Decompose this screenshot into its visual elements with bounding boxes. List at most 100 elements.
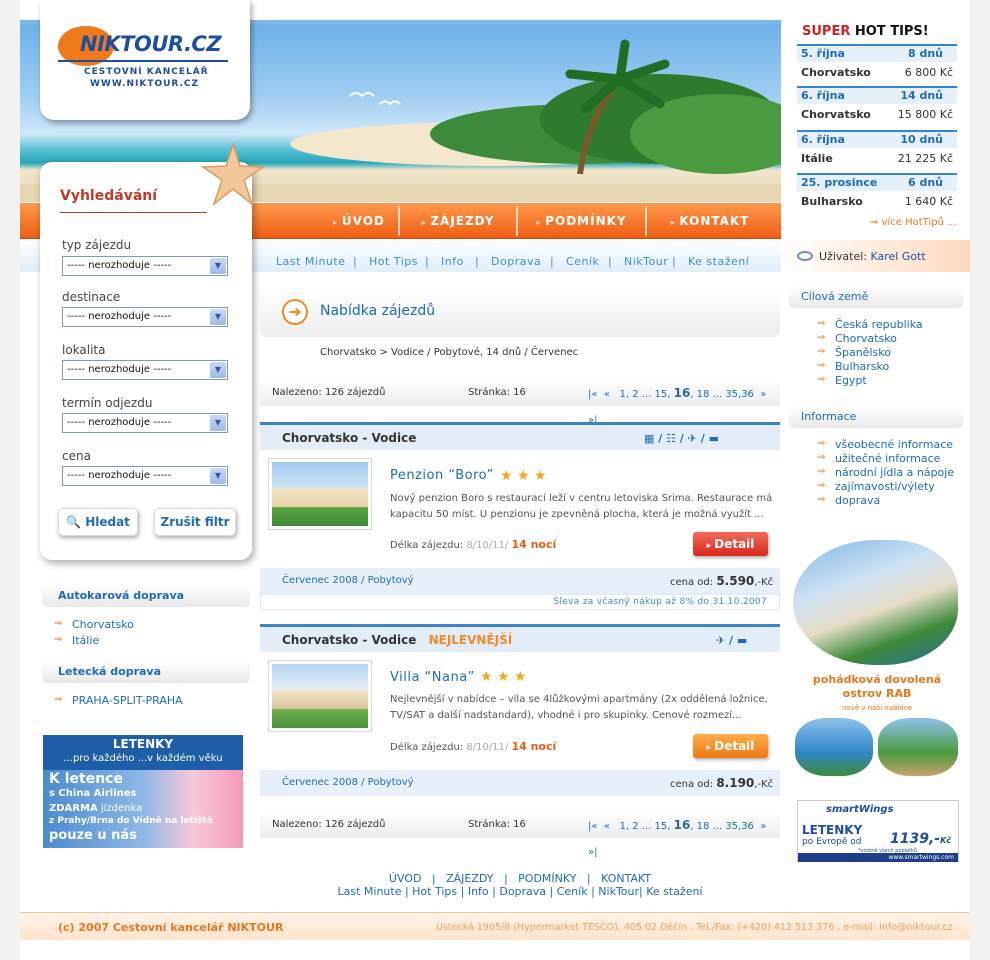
- footer-links-secondary[interactable]: Last Minute | Hot Tips | Info | Doprava …: [260, 885, 780, 898]
- hot-tips-title-b: HOT TIPS!: [854, 24, 929, 39]
- arrow-icon: ▸: [421, 218, 431, 227]
- offer-price: cena od: 8.190,-Kč: [670, 770, 773, 798]
- hot-tip-date-row[interactable]: 6. října 10 dnů: [797, 130, 957, 148]
- subnav-niktour[interactable]: NikTour: [624, 255, 668, 268]
- search-button-label: Hledat: [85, 515, 130, 529]
- banner-title: LETENKY: [112, 737, 174, 751]
- select-destination[interactable]: ----- nerozhoduje ----- ▼: [62, 307, 228, 327]
- subnav-last-minute[interactable]: Last Minute: [276, 255, 345, 268]
- pager-pages-after[interactable]: , 18 ... 35,36: [690, 821, 754, 832]
- first-page-icon[interactable]: |«: [588, 389, 598, 400]
- hot-tip-dest-row[interactable]: Chorvatsko 15 800 Kč: [797, 104, 957, 126]
- left-link-chorvatsko[interactable]: Chorvatsko: [54, 618, 134, 631]
- info-link-trips[interactable]: zajímavosti/výlety: [817, 480, 935, 493]
- hot-tip-date-row[interactable]: 5. října 8 dnů: [797, 44, 957, 62]
- subnav-hot-tips[interactable]: Hot Tips: [369, 255, 418, 268]
- nav-item-uvod[interactable]: ▸ ÚVOD: [320, 203, 398, 239]
- info-heading: Informace: [789, 406, 963, 428]
- country-link-cz[interactable]: Česká republika: [817, 318, 923, 331]
- price-label: cena od:: [670, 577, 714, 588]
- prev-page-icon[interactable]: «: [604, 389, 610, 400]
- price-value: 5.590: [716, 574, 755, 588]
- left-link-praha-split[interactable]: PRAHA-SPLIT-PRAHA: [54, 694, 183, 707]
- hot-tip-dest-row[interactable]: Itálie 21 225 Kč: [797, 148, 957, 170]
- bus-icon: ▦: [644, 432, 655, 445]
- smartwings-brand: smartWings: [826, 804, 894, 815]
- smartwings-banner[interactable]: smartWings LETENKY po Evropě od 1139,-Kč…: [797, 800, 959, 862]
- pager-pages-after[interactable]: , 18 ... 35,36: [690, 389, 754, 400]
- select-price[interactable]: ----- nerozhoduje ----- ▼: [62, 466, 228, 486]
- hot-tip-date-row[interactable]: 25. prosince 6 dnů: [797, 173, 957, 191]
- hotel-boro-image: [272, 462, 368, 526]
- hot-tip-days: 6 dnů: [907, 176, 943, 189]
- detail-button[interactable]: ▸ Detail: [693, 734, 768, 758]
- reset-filter-button[interactable]: Zrušit filtr: [154, 508, 236, 536]
- subnav-info[interactable]: Info: [441, 255, 464, 268]
- detail-button[interactable]: ▸ Detail: [693, 532, 768, 556]
- country-link-hr[interactable]: Chorvatsko: [817, 332, 897, 345]
- logo-url: WWW.NIKTOUR.CZ: [90, 79, 200, 89]
- offer-nights: 14 nocí: [511, 538, 557, 551]
- footer-bar: (c) 2007 Cestovní kancelář NIKTOUR Ústec…: [20, 912, 970, 940]
- detail-label: Detail: [714, 537, 755, 551]
- offer-photo[interactable]: [268, 660, 372, 732]
- banner-free: ZDARMA: [49, 803, 98, 814]
- results-bar-top: Nalezeno: 126 zájezdů Stránka: 16 |« « 1…: [260, 380, 780, 426]
- info-link-general[interactable]: všeobecné informace: [817, 438, 953, 451]
- hot-tip-days: 10 dnů: [900, 133, 943, 146]
- offer-length: Délka zájezdu: 8/10/11/ 14 nocí: [390, 538, 556, 551]
- nav-item-zajezdy[interactable]: ▸ ZÁJEZDY: [400, 203, 516, 239]
- page-title: Nabídka zájezdů: [320, 303, 436, 319]
- hot-tip-date-row[interactable]: 6. října 14 dnů: [797, 86, 957, 104]
- detail-label: Detail: [714, 739, 755, 753]
- more-hot-tips-link[interactable]: ⇒ více HotTipů ...: [870, 217, 957, 228]
- subnav-doprava[interactable]: Doprava: [491, 255, 541, 268]
- left-link-italie[interactable]: Itálie: [54, 634, 99, 647]
- info-link-food[interactable]: národní jídla a nápoje: [817, 466, 954, 479]
- select-trip-type[interactable]: ----- nerozhoduje ----- ▼: [62, 256, 228, 276]
- select-locality[interactable]: ----- nerozhoduje ----- ▼: [62, 360, 228, 380]
- first-page-icon[interactable]: |«: [588, 821, 598, 832]
- offer-nights: 14 nocí: [511, 740, 557, 753]
- next-page-icon[interactable]: »: [760, 821, 766, 832]
- star-icon: ★: [480, 669, 493, 685]
- tickets-banner[interactable]: LETENKY ...pro každého ...v každém věku …: [43, 735, 243, 848]
- info-link-useful[interactable]: užitečné informace: [817, 452, 940, 465]
- prev-page-icon[interactable]: «: [604, 821, 610, 832]
- hot-tip-dest-row[interactable]: Bulharsko 1 640 Kč: [797, 191, 957, 213]
- footer-links-primary[interactable]: ÚVOD | ZÁJEZDY | PODMÍNKY | KONTAKT: [260, 872, 780, 885]
- subnav-cenik[interactable]: Ceník: [566, 255, 599, 268]
- hot-tip-date: 6. října: [801, 133, 845, 146]
- offer-title[interactable]: Penzion “Boro”: [390, 468, 494, 483]
- country-link-eg[interactable]: Egypt: [817, 374, 867, 387]
- user-name[interactable]: Karel Gott: [870, 250, 925, 263]
- user-info: Uživatel: Karel Gott: [819, 250, 926, 263]
- pager-pages-before[interactable]: 1, 2 ... 15,: [620, 389, 671, 400]
- nav-item-kontakt[interactable]: ▸ KONTAKT: [647, 203, 773, 239]
- pager-pages-before[interactable]: 1, 2 ... 15,: [620, 821, 671, 832]
- star-icon: ★: [514, 669, 527, 685]
- last-page-icon[interactable]: »|: [588, 847, 598, 858]
- arrow-icon: ▸: [333, 218, 342, 227]
- search-button[interactable]: 🔍 Hledat: [58, 508, 138, 536]
- country-link-bg[interactable]: Bulharsko: [817, 360, 889, 373]
- offer-title[interactable]: Villa “Nana”: [390, 670, 475, 685]
- hot-tip-price: 15 800 Kč: [897, 108, 953, 121]
- offer-header: Chorvatsko - Vodice ▦ / ☷ / ✈ / ▬: [260, 422, 780, 450]
- rab-island-photo[interactable]: [793, 540, 958, 665]
- subnav-separator: |: [550, 255, 555, 268]
- info-link-transport[interactable]: doprava: [817, 494, 880, 507]
- nav-item-podminky[interactable]: ▸ PODMÍNKY: [518, 203, 645, 239]
- select-departure-date[interactable]: ----- nerozhoduje ----- ▼: [62, 413, 228, 433]
- hot-tips-title-a: SUPER: [802, 24, 851, 39]
- country-link-es[interactable]: Španělsko: [817, 346, 891, 359]
- logo-card[interactable]: NIKTOUR.CZ CESTOVNÍ KANCELÁŘ WWW.NIKTOUR…: [40, 0, 250, 120]
- field-label-destination: destinace: [62, 290, 121, 304]
- hot-tip-dest-row[interactable]: Chorvatsko 6 800 Kč: [797, 62, 957, 84]
- offer-photo[interactable]: [268, 458, 372, 530]
- price-value: 8.190: [716, 776, 755, 790]
- promo-photo-sea: [795, 718, 873, 776]
- subnav-ke-stazeni[interactable]: Ke stažení: [688, 255, 749, 268]
- next-page-icon[interactable]: »: [760, 389, 766, 400]
- breadcrumb: Chorvatsko > Vodice / Pobytové, 14 dnů /…: [320, 347, 579, 358]
